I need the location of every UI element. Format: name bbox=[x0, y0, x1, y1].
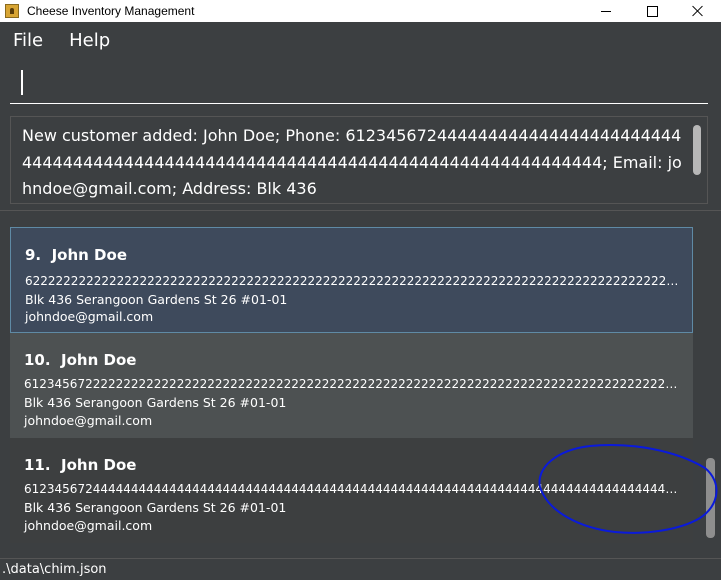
minimize-button[interactable] bbox=[583, 0, 629, 22]
section-divider bbox=[0, 210, 721, 211]
menu-file[interactable]: File bbox=[7, 30, 49, 51]
minimize-icon bbox=[601, 10, 611, 12]
customer-index: 11. bbox=[24, 456, 51, 474]
maximize-icon bbox=[646, 5, 658, 17]
customer-address: Blk 436 Serangoon Gardens St 26 #01-01 bbox=[25, 292, 288, 307]
window-controls bbox=[583, 0, 721, 22]
result-scrollbar-thumb[interactable] bbox=[693, 125, 701, 175]
customer-card[interactable]: 9. John Doe 6222222222222222222222222222… bbox=[10, 227, 693, 333]
customer-card[interactable]: 10. John Doe 612345672222222222222222222… bbox=[10, 333, 693, 438]
window-title: Cheese Inventory Management bbox=[27, 4, 195, 18]
customer-name-line: 10. John Doe bbox=[24, 351, 136, 369]
menu-help[interactable]: Help bbox=[63, 30, 116, 51]
customer-index: 10. bbox=[24, 351, 51, 369]
customer-name-line: 11. John Doe bbox=[24, 456, 136, 474]
customer-email: johndoe@gmail.com bbox=[24, 518, 153, 533]
customer-card[interactable]: 11. John Doe 612345672444444444444444444… bbox=[10, 438, 693, 543]
list-scrollbar-thumb[interactable] bbox=[706, 458, 715, 538]
text-caret bbox=[21, 70, 23, 95]
command-input[interactable] bbox=[10, 62, 708, 103]
close-icon bbox=[692, 5, 704, 17]
close-button[interactable] bbox=[675, 0, 721, 22]
customer-name: John Doe bbox=[61, 456, 137, 474]
customer-name-line: 9. John Doe bbox=[25, 246, 127, 264]
status-bar: .\data\chim.json bbox=[0, 558, 721, 580]
customer-name: John Doe bbox=[51, 246, 127, 264]
customer-address: Blk 436 Serangoon Gardens St 26 #01-01 bbox=[24, 500, 287, 515]
customer-name: John Doe bbox=[61, 351, 137, 369]
result-display: New customer added: John Doe; Phone: 612… bbox=[10, 116, 708, 204]
customer-index: 9. bbox=[25, 246, 42, 264]
title-bar: Cheese Inventory Management bbox=[0, 0, 721, 22]
save-file-path: .\data\chim.json bbox=[2, 562, 107, 577]
customer-email: johndoe@gmail.com bbox=[25, 309, 154, 324]
customer-list: 9. John Doe 6222222222222222222222222222… bbox=[10, 221, 719, 543]
customer-email: johndoe@gmail.com bbox=[24, 413, 153, 428]
list-scrollbar[interactable] bbox=[697, 221, 719, 543]
customer-phone: 6123456724444444444444444444444444444444… bbox=[24, 482, 684, 496]
menu-bar: File Help bbox=[0, 22, 721, 59]
app-icon bbox=[5, 4, 19, 18]
result-message: New customer added: John Doe; Phone: 612… bbox=[22, 126, 682, 198]
command-box bbox=[10, 62, 708, 104]
customer-phone: 6123456722222222222222222222222222222222… bbox=[24, 377, 684, 391]
customer-address: Blk 436 Serangoon Gardens St 26 #01-01 bbox=[24, 395, 287, 410]
maximize-button[interactable] bbox=[629, 0, 675, 22]
customer-phone: 6222222222222222222222222222222222222222… bbox=[25, 274, 685, 288]
